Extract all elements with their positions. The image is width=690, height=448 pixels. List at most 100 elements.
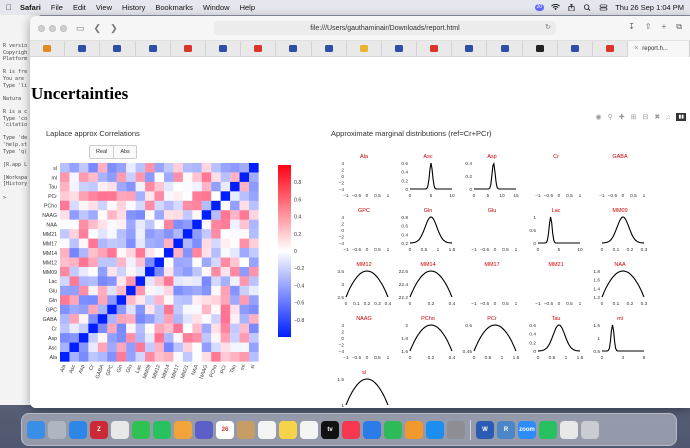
- heatmap-cell[interactable]: [249, 295, 259, 305]
- heatmap-cell[interactable]: [154, 257, 165, 268]
- heatmap-cell[interactable]: [107, 295, 117, 305]
- heatmap-cell[interactable]: [60, 172, 70, 183]
- heatmap-cell[interactable]: [78, 200, 89, 211]
- heatmap-cell[interactable]: [126, 200, 136, 211]
- heatmap-cell[interactable]: [135, 172, 146, 183]
- heatmap-cell[interactable]: [192, 276, 202, 287]
- heatmap-cell[interactable]: [116, 229, 127, 239]
- heatmap-cell[interactable]: [239, 248, 250, 258]
- heatmap-cell[interactable]: [107, 210, 117, 220]
- heatmap-cell[interactable]: [126, 276, 136, 287]
- heatmap-cell[interactable]: [163, 238, 174, 249]
- heatmap-cell[interactable]: [220, 248, 231, 258]
- heatmap-cell[interactable]: [173, 257, 184, 268]
- heatmap-cell[interactable]: [145, 229, 155, 239]
- heatmap-cell[interactable]: [230, 219, 240, 230]
- heatmap-cell[interactable]: [145, 191, 155, 201]
- heatmap-cell[interactable]: [163, 210, 174, 220]
- heatmap-cell[interactable]: [97, 229, 108, 239]
- browser-tab[interactable]: [171, 40, 206, 57]
- heatmap-cell[interactable]: [78, 304, 89, 315]
- heatmap-cell[interactable]: [173, 314, 184, 324]
- heatmap-cell[interactable]: [239, 163, 250, 173]
- heatmap-cell[interactable]: [192, 163, 202, 173]
- heatmap-cell[interactable]: [78, 210, 89, 220]
- heatmap-cell[interactable]: [182, 342, 193, 353]
- heatmap-cell[interactable]: [239, 342, 250, 353]
- heatmap-cell[interactable]: [182, 191, 193, 201]
- heatmap-cell[interactable]: [163, 163, 174, 173]
- heatmap-cell[interactable]: [69, 181, 80, 192]
- heatmap-cell[interactable]: [135, 219, 146, 230]
- browser-tab[interactable]: [312, 40, 347, 57]
- word-icon[interactable]: W: [476, 420, 494, 439]
- heatmap-cell[interactable]: [69, 238, 80, 249]
- heatmap-cell[interactable]: [182, 266, 193, 277]
- heatmap-cell[interactable]: [126, 257, 136, 268]
- heatmap-cell[interactable]: [230, 191, 240, 201]
- heatmap-cell[interactable]: [211, 181, 221, 192]
- heatmap-cell[interactable]: [239, 304, 250, 315]
- appstore-icon[interactable]: [426, 420, 444, 439]
- heatmap-cell[interactable]: [116, 314, 127, 324]
- heatmap-cell[interactable]: [163, 285, 174, 296]
- heatmap-cell[interactable]: [220, 210, 231, 220]
- heatmap-cell[interactable]: [116, 219, 127, 230]
- heatmap-cell[interactable]: [173, 285, 184, 296]
- heatmap-cell[interactable]: [88, 304, 98, 315]
- pan-icon[interactable]: ✚: [619, 113, 625, 121]
- heatmap-cell[interactable]: [145, 295, 155, 305]
- heatmap-cell[interactable]: [230, 257, 240, 268]
- share-page-icon[interactable]: ⇧: [645, 22, 652, 32]
- heatmap-cell[interactable]: [220, 352, 231, 362]
- heatmap-cell[interactable]: [192, 266, 202, 277]
- heatmap-cell[interactable]: [211, 323, 221, 334]
- heatmap-cell[interactable]: [201, 295, 212, 305]
- heatmap-cell[interactable]: [78, 181, 89, 192]
- heatmap-cell[interactable]: [239, 314, 250, 324]
- heatmap-cell[interactable]: [220, 266, 231, 277]
- zotero-icon[interactable]: Z: [90, 420, 108, 439]
- heatmap-cell[interactable]: [182, 248, 193, 258]
- freeform-icon[interactable]: [300, 420, 318, 439]
- heatmap-cell[interactable]: [182, 172, 193, 183]
- heatmap-cell[interactable]: [69, 229, 80, 239]
- browser-tab[interactable]: [65, 40, 101, 57]
- heatmap-cell[interactable]: [249, 304, 259, 315]
- heatmap-cell[interactable]: [78, 295, 89, 305]
- heatmap-cell[interactable]: [230, 172, 240, 183]
- heatmap-cell[interactable]: [249, 210, 259, 220]
- heatmap-cell[interactable]: [145, 181, 155, 192]
- heatmap-cell[interactable]: [154, 181, 165, 192]
- browser-tab[interactable]: [382, 40, 418, 57]
- heatmap-cell[interactable]: [173, 172, 184, 183]
- music-icon[interactable]: [342, 420, 360, 439]
- heatmap-cell[interactable]: [154, 295, 165, 305]
- heatmap-cell[interactable]: [154, 172, 165, 183]
- heatmap-cell[interactable]: [192, 172, 202, 183]
- reload-icon[interactable]: ↻: [545, 23, 551, 31]
- heatmap-cell[interactable]: [173, 163, 184, 173]
- heatmap-cell[interactable]: [154, 276, 165, 287]
- heatmap-cell[interactable]: [163, 219, 174, 230]
- heatmap-cell[interactable]: [163, 295, 174, 305]
- heatmap-cell[interactable]: [78, 219, 89, 230]
- heatmap-cell[interactable]: [107, 257, 117, 268]
- heatmap-cell[interactable]: [163, 266, 174, 277]
- heatmap-cell[interactable]: [173, 200, 184, 211]
- heatmap-cell[interactable]: [60, 352, 70, 362]
- heatmap-cell[interactable]: [60, 191, 70, 201]
- heatmap-cell[interactable]: [69, 285, 80, 296]
- heatmap-cell[interactable]: [97, 352, 108, 362]
- heatmap-cell[interactable]: [173, 191, 184, 201]
- heatmap-cell[interactable]: [126, 295, 136, 305]
- heatmap-cell[interactable]: [249, 266, 259, 277]
- heatmap-cell[interactable]: [154, 219, 165, 230]
- heatmap-cell[interactable]: [192, 191, 202, 201]
- heatmap-cell[interactable]: [154, 229, 165, 239]
- heatmap-cell[interactable]: [211, 191, 221, 201]
- heatmap-cell[interactable]: [201, 285, 212, 296]
- share-icon[interactable]: [567, 4, 576, 11]
- heatmap-cell[interactable]: [220, 276, 231, 287]
- heatmap-cell[interactable]: [78, 248, 89, 258]
